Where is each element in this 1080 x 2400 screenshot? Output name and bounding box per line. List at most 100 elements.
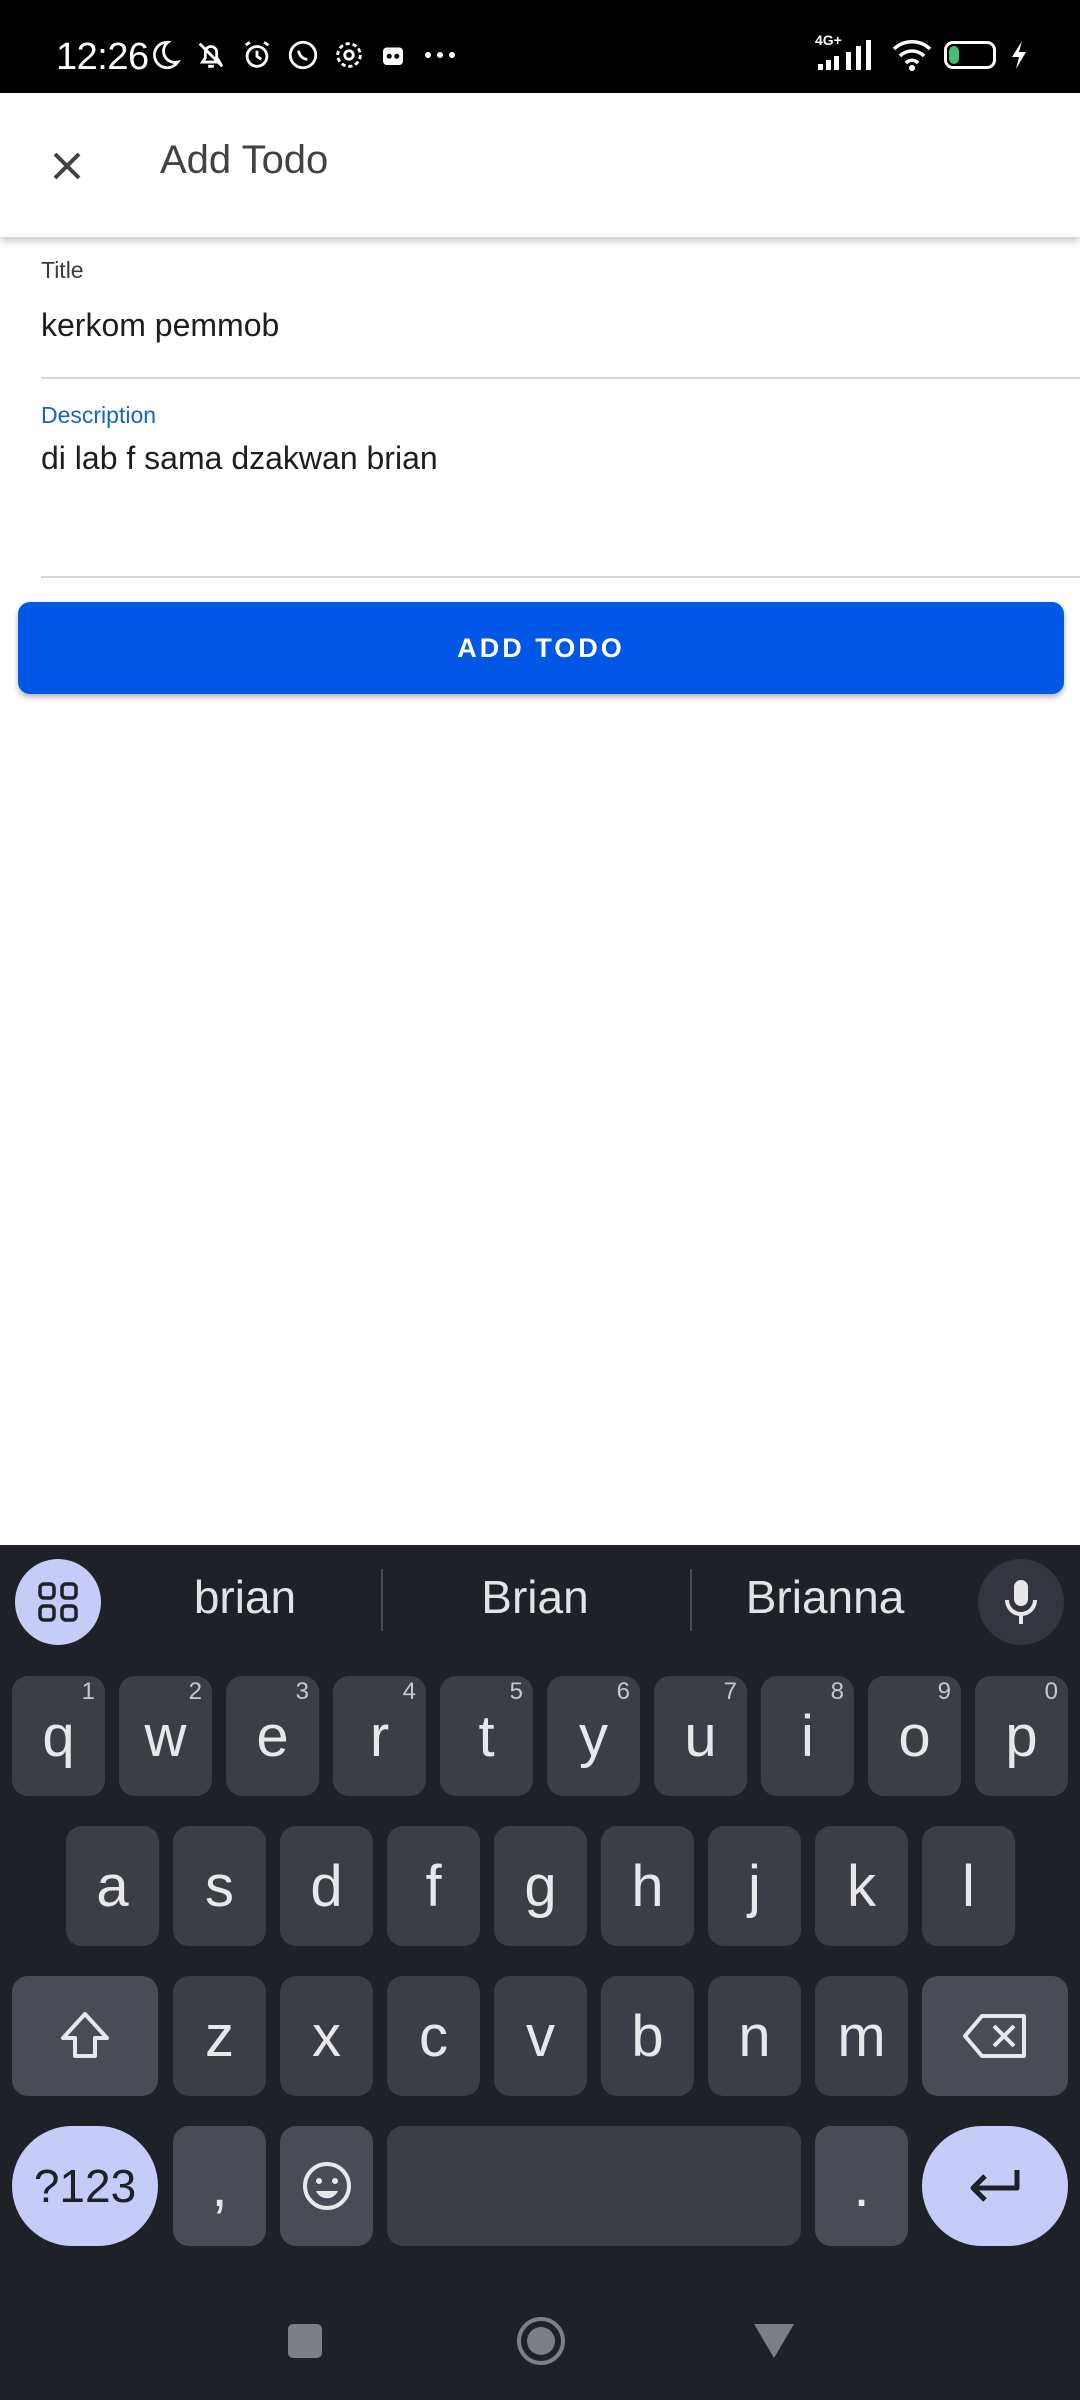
key-i[interactable]: i8 xyxy=(761,1676,854,1796)
moon-icon xyxy=(153,40,182,70)
key-o[interactable]: o9 xyxy=(868,1676,961,1796)
alarm-icon xyxy=(244,41,270,68)
backspace-icon xyxy=(963,2014,1026,2058)
key-label: i xyxy=(801,1703,814,1769)
navigation-bar xyxy=(0,2280,1080,2400)
backspace-key[interactable] xyxy=(922,1976,1068,2096)
key-e[interactable]: e3 xyxy=(226,1676,319,1796)
comma-key[interactable]: , xyxy=(173,2126,266,2246)
suggestion-divider xyxy=(381,1569,383,1631)
page-title: Add Todo xyxy=(160,138,329,182)
enter-icon xyxy=(970,2170,1020,2202)
keyboard-apps-button[interactable] xyxy=(15,1559,101,1645)
close-icon xyxy=(53,152,81,180)
key-label: y xyxy=(579,1703,608,1769)
key-number-hint: 7 xyxy=(723,1678,737,1705)
suggestion-3[interactable]: Brianna xyxy=(705,1570,945,1624)
title-label: Title xyxy=(41,257,84,283)
key-a[interactable]: a xyxy=(66,1826,159,1946)
key-label: w xyxy=(144,1703,187,1769)
home-icon[interactable] xyxy=(515,2315,567,2367)
key-b[interactable]: b xyxy=(601,1976,694,2096)
key-f[interactable]: f xyxy=(387,1826,480,1946)
suggestion-1[interactable]: brian xyxy=(125,1570,365,1624)
key-number-hint: 2 xyxy=(188,1678,202,1705)
key-number-hint: 4 xyxy=(402,1678,416,1705)
battery-level: 31 xyxy=(959,45,981,65)
key-number-hint: 5 xyxy=(509,1678,523,1705)
recents-icon[interactable] xyxy=(286,2322,324,2360)
close-button[interactable] xyxy=(32,131,102,201)
soft-keyboard: brian Brian Brianna q1 w2 e3 r4 t5 y6 u7… xyxy=(0,1545,1080,2400)
space-key[interactable] xyxy=(387,2126,801,2246)
shift-key[interactable] xyxy=(12,1976,158,2096)
key-c[interactable]: c xyxy=(387,1976,480,2096)
wifi-icon xyxy=(892,40,932,71)
cell-signal: 4G+ xyxy=(815,32,880,72)
title-field[interactable]: Title kerkom pemmob xyxy=(41,237,1080,379)
status-notification-icons xyxy=(148,38,460,72)
suggestion-strip: brian Brian Brianna xyxy=(0,1545,1080,1655)
key-v[interactable]: v xyxy=(494,1976,587,2096)
key-m[interactable]: m xyxy=(815,1976,908,2096)
description-label: Description xyxy=(41,402,157,428)
key-l[interactable]: l xyxy=(922,1826,1015,1946)
status-bar: 12:26 4G+ 31 xyxy=(0,0,1080,93)
key-r[interactable]: r4 xyxy=(333,1676,426,1796)
microphone-icon xyxy=(1005,1580,1037,1624)
key-w[interactable]: w2 xyxy=(119,1676,212,1796)
period-key[interactable]: . xyxy=(815,2126,908,2246)
whatsapp-icon xyxy=(288,40,318,70)
shift-icon xyxy=(61,2012,109,2058)
key-y[interactable]: y6 xyxy=(547,1676,640,1796)
key-d[interactable]: d xyxy=(280,1826,373,1946)
key-q[interactable]: q1 xyxy=(12,1676,105,1796)
enter-key[interactable] xyxy=(922,2126,1068,2246)
description-input[interactable]: di lab f sama dzakwan brian xyxy=(41,440,438,477)
key-z[interactable]: z xyxy=(173,1976,266,2096)
key-n[interactable]: n xyxy=(708,1976,801,2096)
key-s[interactable]: s xyxy=(173,1826,266,1946)
key-number-hint: 1 xyxy=(81,1678,95,1705)
key-number-hint: 0 xyxy=(1044,1678,1058,1705)
key-j[interactable]: j xyxy=(708,1826,801,1946)
key-label: p xyxy=(1005,1703,1038,1769)
key-u[interactable]: u7 xyxy=(654,1676,747,1796)
key-number-hint: 6 xyxy=(616,1678,630,1705)
back-icon[interactable] xyxy=(752,2322,796,2360)
key-label: t xyxy=(478,1703,495,1769)
key-number-hint: 8 xyxy=(830,1678,844,1705)
key-label: u xyxy=(684,1703,717,1769)
symbols-key[interactable]: ?123 xyxy=(12,2126,158,2246)
key-x[interactable]: x xyxy=(280,1976,373,2096)
apps-grid-icon xyxy=(38,1582,78,1622)
key-label: q xyxy=(42,1703,75,1769)
battery-indicator: 31 xyxy=(944,41,996,69)
title-input[interactable]: kerkom pemmob xyxy=(41,307,279,344)
key-label: e xyxy=(256,1703,289,1769)
key-label: r xyxy=(369,1703,390,1769)
key-g[interactable]: g xyxy=(494,1826,587,1946)
suggestion-2[interactable]: Brian xyxy=(415,1570,655,1624)
emoji-key[interactable] xyxy=(280,2126,373,2246)
key-h[interactable]: h xyxy=(601,1826,694,1946)
key-number-hint: 3 xyxy=(295,1678,309,1705)
key-t[interactable]: t5 xyxy=(440,1676,533,1796)
status-system-icons: 4G+ 31 xyxy=(815,32,1030,72)
more-dots-icon xyxy=(425,52,455,58)
key-p[interactable]: p0 xyxy=(975,1676,1068,1796)
bell-off-icon xyxy=(198,42,224,68)
app-bar: Add Todo xyxy=(0,93,1080,237)
status-time: 12:26 xyxy=(56,36,149,78)
settings-icon xyxy=(336,42,362,68)
charging-icon xyxy=(1012,41,1026,69)
emoji-icon xyxy=(302,2162,351,2210)
description-field[interactable]: Description di lab f sama dzakwan brian xyxy=(41,380,1080,578)
key-number-hint: 9 xyxy=(937,1678,951,1705)
key-label: o xyxy=(898,1703,931,1769)
add-todo-button[interactable]: ADD TODO xyxy=(18,602,1064,694)
suggestion-divider xyxy=(690,1569,692,1631)
key-k[interactable]: k xyxy=(815,1826,908,1946)
voice-input-button[interactable] xyxy=(978,1559,1064,1645)
signal-icon xyxy=(818,40,871,70)
